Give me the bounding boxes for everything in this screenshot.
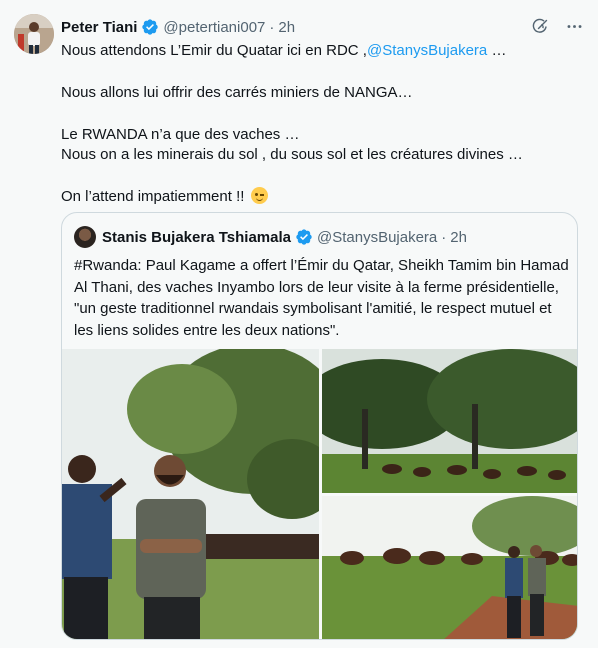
grok-icon[interactable] — [530, 16, 550, 36]
tweet-line-1-ellipsis: … — [487, 42, 507, 59]
verified-badge-icon — [141, 18, 159, 36]
tweet-line-5-text: On l’attend impatiemment !! — [61, 188, 249, 205]
tweet-line-5: On l’attend impatiemment !! — [61, 187, 581, 207]
tweet-header: Peter Tiani @petertiani007 · 2h — [61, 16, 584, 38]
quoted-text: #Rwanda: Paul Kagame a offert l’Émir du … — [74, 257, 569, 339]
author-handle[interactable]: @petertiani007 — [163, 19, 265, 36]
quoted-handle[interactable]: @StanysBujakera — [317, 229, 437, 246]
tweet-text: Nous attendons L’Emir du Quatar ici en R… — [61, 41, 581, 207]
tweet-line-1: Nous attendons L’Emir du Quatar ici en R… — [61, 41, 581, 61]
tweet-line-4: Nous on a les minerais du sol , du sous … — [61, 146, 523, 163]
quoted-header: Stanis Bujakera Tshiamala @StanysBujaker… — [102, 226, 467, 248]
tweet-card[interactable]: Peter Tiani @petertiani007 · 2h Nous att… — [0, 0, 598, 648]
photo-men-with-cattle-in-field[interactable] — [322, 496, 577, 639]
winking-face-emoji-icon — [250, 187, 268, 204]
header-actions — [530, 16, 584, 36]
tweet-line-3: Le RWANDA n’a que des vaches … — [61, 126, 300, 143]
quoted-avatar[interactable] — [74, 226, 96, 248]
avatar-photo — [14, 14, 54, 54]
photo-two-men-standing-outdoors[interactable] — [62, 349, 319, 639]
quoted-tweet[interactable]: Stanis Bujakera Tshiamala @StanysBujaker… — [61, 212, 578, 640]
author-name[interactable]: Peter Tiani — [61, 19, 137, 36]
timestamp[interactable]: 2h — [278, 19, 295, 36]
quoted-author-name[interactable]: Stanis Bujakera Tshiamala — [102, 229, 291, 246]
mention-link[interactable]: @StanysBujakera — [367, 42, 487, 59]
quoted-timestamp[interactable]: 2h — [450, 229, 467, 246]
separator-dot: · — [269, 18, 275, 36]
more-icon[interactable] — [564, 16, 584, 36]
tweet-line-2: Nous allons lui offrir des carrés minier… — [61, 84, 413, 101]
photo-cattle-grazing-under-trees[interactable] — [322, 349, 577, 493]
tweet-line-1-text: Nous attendons L’Emir du Quatar ici en R… — [61, 42, 367, 59]
separator-dot: · — [441, 228, 447, 246]
avatar[interactable] — [14, 14, 54, 54]
media-grid — [62, 349, 577, 639]
verified-badge-icon — [295, 228, 313, 246]
